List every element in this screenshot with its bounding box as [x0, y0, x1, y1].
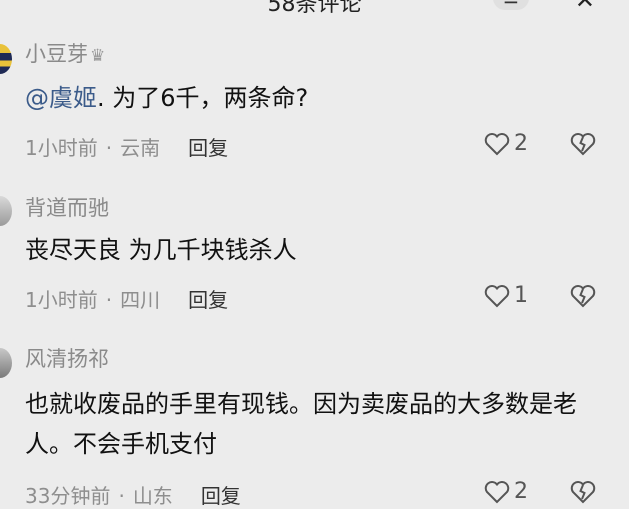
dislike-button[interactable] [570, 132, 596, 160]
comment-meta: 1小时前 · 四川 回复 [25, 284, 228, 313]
comment-location: 云南 [120, 136, 161, 160]
comment-time: 33分钟前 [25, 484, 111, 508]
meta-separator: · [118, 484, 125, 508]
avatar[interactable] [0, 348, 12, 378]
reply-button[interactable]: 回复 [188, 288, 228, 312]
comment-meta: 33分钟前 · 山东 回复 [25, 480, 241, 509]
comment-time: 1小时前 [25, 136, 98, 160]
broken-heart-icon [570, 285, 596, 308]
dislike-button[interactable] [570, 284, 596, 312]
comment-location: 山东 [132, 484, 173, 508]
like-count: 1 [514, 283, 528, 308]
broken-heart-icon [570, 133, 596, 156]
comment-username[interactable]: 风清扬祁 [25, 343, 109, 373]
comment-meta: 1小时前 · 云南 回复 [25, 132, 228, 161]
dislike-button[interactable] [570, 480, 596, 508]
close-icon[interactable]: ✕ [575, 0, 595, 14]
comment-username[interactable]: 小豆芽 ♛ [25, 38, 105, 68]
broken-heart-icon [570, 481, 596, 504]
like-button[interactable]: 2 [484, 131, 528, 156]
mention-link[interactable]: @虞姬 [25, 84, 97, 112]
comment-text: @虞姬. 为了6千，两条命? [25, 84, 309, 112]
crown-icon: ♛ [90, 46, 106, 66]
avatar[interactable] [0, 196, 12, 226]
like-count: 2 [514, 131, 528, 156]
meta-separator: · [105, 288, 113, 312]
meta-separator: · [105, 136, 113, 160]
comment-text: 也就收废品的手里有现钱。因为卖废品的大多数是老人。不会手机支付 [25, 390, 577, 458]
comment-username[interactable]: 背道而驰 [25, 192, 109, 222]
heart-icon [484, 284, 510, 307]
reply-button[interactable]: 回复 [188, 136, 228, 160]
comment-text: 丧尽天良 为几千块钱杀人 [25, 236, 297, 264]
like-button[interactable]: 1 [484, 283, 528, 308]
like-button[interactable]: 2 [484, 479, 528, 504]
comment-location: 四川 [120, 288, 161, 312]
heart-icon [484, 132, 510, 155]
comment-time: 1小时前 [25, 288, 98, 312]
reply-button[interactable]: 回复 [201, 484, 241, 508]
avatar[interactable] [0, 44, 12, 74]
like-count: 2 [514, 479, 528, 504]
comments-title: 58条评论 [267, 0, 362, 17]
